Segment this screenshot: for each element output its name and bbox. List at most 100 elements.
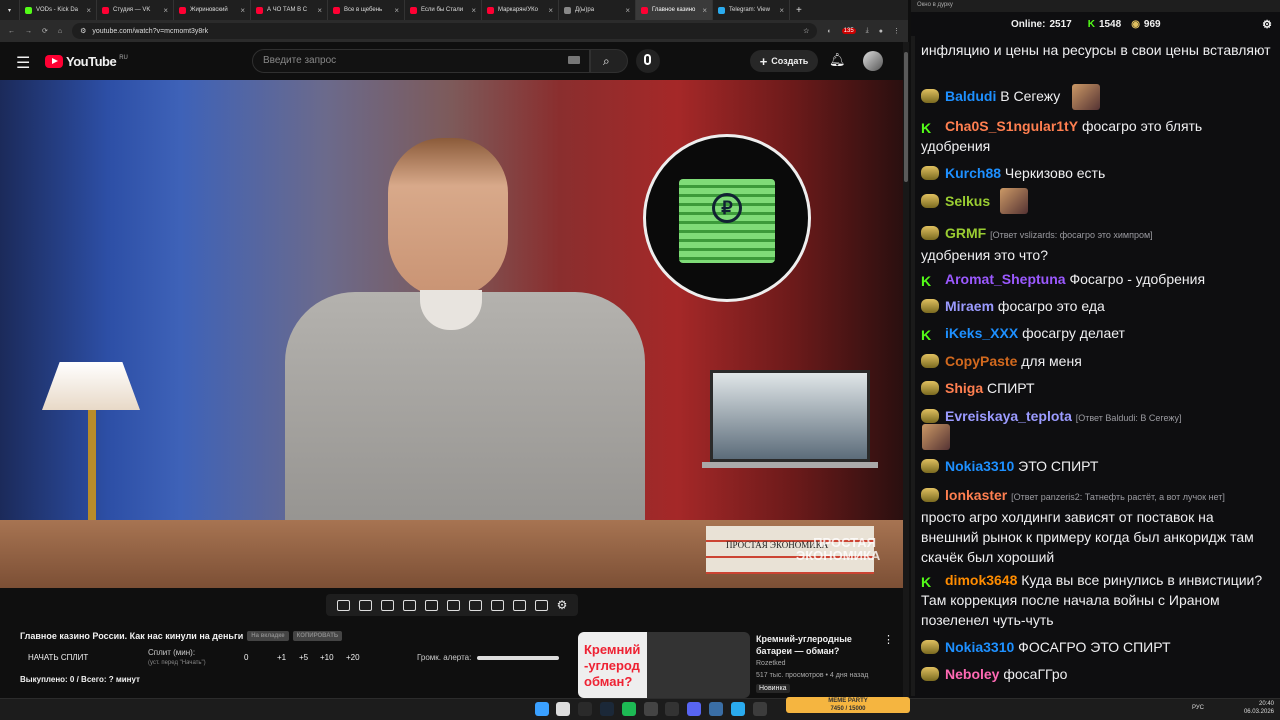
recommendation-channel[interactable]: Rozetked bbox=[756, 660, 786, 667]
start-menu-icon[interactable] bbox=[535, 702, 549, 716]
extension-icon[interactable]: ◐ bbox=[827, 28, 831, 35]
steam-icon[interactable] bbox=[600, 702, 614, 716]
add-1-button[interactable]: +1 bbox=[277, 653, 286, 662]
reload-icon[interactable]: ⟳ bbox=[42, 27, 48, 35]
chat-username[interactable]: lonkaster bbox=[945, 487, 1007, 503]
split-minutes-input[interactable]: 0 bbox=[244, 653, 248, 662]
app-icon[interactable] bbox=[753, 702, 767, 716]
pip-icon[interactable] bbox=[424, 599, 438, 611]
tab-search-button[interactable]: ▾ bbox=[0, 0, 20, 20]
chrome-icon[interactable] bbox=[556, 702, 570, 716]
site-info-icon[interactable]: ⚙ bbox=[80, 27, 86, 35]
chat-reply-reference[interactable]: [Ответ Baldudi: В Сегежу] bbox=[1076, 413, 1182, 423]
download-icon[interactable]: ⤓ bbox=[866, 27, 869, 35]
page-scrollbar[interactable] bbox=[903, 42, 909, 698]
chat-username[interactable]: iKeks_XXX bbox=[945, 325, 1018, 341]
close-tab-icon[interactable]: × bbox=[240, 6, 245, 15]
create-button[interactable]: + Создать bbox=[750, 50, 818, 72]
copy-button[interactable]: КОПИРОВАТЬ bbox=[292, 631, 343, 641]
chat-settings-icon[interactable]: ⚙ bbox=[1262, 18, 1272, 31]
more-options-icon[interactable]: ⋮ bbox=[883, 633, 894, 646]
loop-icon[interactable] bbox=[336, 599, 350, 611]
chat-username[interactable]: Baldudi bbox=[945, 88, 996, 104]
speed-icon[interactable] bbox=[468, 599, 482, 611]
menu-icon[interactable]: ⋮ bbox=[893, 27, 900, 35]
settings-gear-icon[interactable]: ⚙ bbox=[557, 598, 568, 612]
browser-tab[interactable]: Студия — VK × bbox=[97, 0, 174, 20]
chat-username[interactable]: Miraem bbox=[945, 298, 994, 314]
chat-username[interactable]: Evreiskaya_teplota bbox=[945, 408, 1072, 424]
video-player[interactable]: ₽ ПРОСТАЯ ЭКОНОМИКА ПРОСТАЯ ЭКОНОМИКА bbox=[0, 80, 903, 588]
recommendation-title[interactable]: Кремний-углеродные батареи — обман? bbox=[756, 633, 876, 657]
forward-icon[interactable]: → bbox=[25, 28, 32, 35]
close-tab-icon[interactable]: × bbox=[702, 6, 707, 15]
app-icon[interactable] bbox=[709, 702, 723, 716]
chat-username[interactable]: Neboley bbox=[945, 666, 999, 682]
search-button[interactable]: ⌕ bbox=[590, 49, 628, 73]
chat-username[interactable]: Nokia3310 bbox=[945, 639, 1014, 655]
browser-tab[interactable]: Если бы Стали × bbox=[405, 0, 482, 20]
chat-username[interactable]: CopyPaste bbox=[945, 353, 1017, 369]
subtitles-icon[interactable] bbox=[446, 599, 460, 611]
keyboard-icon[interactable] bbox=[568, 56, 580, 64]
chat-reply-reference[interactable]: [Ответ panzeris2: Татнефть растёт, а вот… bbox=[1011, 492, 1225, 502]
cinema-icon[interactable] bbox=[402, 599, 416, 611]
browser-tab[interactable]: VODs - Kick Da × bbox=[20, 0, 97, 20]
close-tab-icon[interactable]: × bbox=[394, 6, 399, 15]
chat-username[interactable]: Selkus bbox=[945, 193, 990, 209]
app-icon[interactable] bbox=[578, 702, 592, 716]
browser-tab[interactable]: Telegram: View × bbox=[713, 0, 790, 20]
add-5-button[interactable]: +5 bbox=[299, 653, 308, 662]
chat-reply-reference[interactable]: [Ответ vslizards: фосагро это химпром] bbox=[990, 230, 1153, 240]
close-tab-icon[interactable]: × bbox=[471, 6, 476, 15]
recommendation-thumbnail[interactable]: Кремний -углерод обман? bbox=[578, 632, 750, 698]
spotify-icon[interactable] bbox=[622, 702, 636, 716]
home-icon[interactable]: ⌂ bbox=[58, 28, 62, 35]
address-bar[interactable]: ⚙ youtube.com/watch?v=mcmomt3y8rk ☆ bbox=[72, 23, 818, 39]
chat-scrollbar[interactable] bbox=[911, 36, 915, 696]
flask-icon[interactable] bbox=[534, 599, 548, 611]
chat-username[interactable]: Kurch88 bbox=[945, 165, 1001, 181]
ambient-icon[interactable] bbox=[380, 599, 394, 611]
language-indicator[interactable]: РУС bbox=[1192, 705, 1204, 711]
app-icon[interactable] bbox=[665, 702, 679, 716]
chat-username[interactable]: Shiga bbox=[945, 380, 983, 396]
close-tab-icon[interactable]: × bbox=[625, 6, 630, 15]
avatar[interactable] bbox=[863, 51, 883, 71]
voice-search-button[interactable] bbox=[636, 49, 660, 73]
chat-username[interactable]: Nokia3310 bbox=[945, 458, 1014, 474]
obs-icon[interactable] bbox=[644, 702, 658, 716]
close-tab-icon[interactable]: × bbox=[779, 6, 784, 15]
hamburger-menu-icon[interactable]: ☰ bbox=[16, 53, 30, 73]
back-icon[interactable]: ← bbox=[8, 28, 15, 35]
browser-tab[interactable]: Маркарян/УКо × bbox=[482, 0, 559, 20]
notifications-bell-icon[interactable]: 🔔︎ bbox=[829, 52, 846, 68]
browser-tab[interactable]: Д(ы)ра × bbox=[559, 0, 636, 20]
clock[interactable]: 20:40 06.03.2026 bbox=[1228, 700, 1274, 716]
browser-tab[interactable]: Все в щебень × bbox=[328, 0, 405, 20]
meme-party-widget[interactable]: MEME PARTY 7450 / 15000 bbox=[786, 697, 910, 713]
chat-username[interactable]: Cha0S_S1ngular1tY bbox=[945, 118, 1078, 134]
chat-username[interactable]: GRMF bbox=[945, 225, 986, 241]
profile-icon[interactable]: ● bbox=[879, 28, 883, 35]
search-input[interactable]: Введите запрос bbox=[252, 49, 590, 73]
add-10-button[interactable]: +10 bbox=[320, 653, 334, 662]
bookmark-star-icon[interactable]: ☆ bbox=[803, 27, 809, 35]
close-tab-icon[interactable]: × bbox=[86, 6, 91, 15]
playlist-add-icon[interactable] bbox=[490, 599, 504, 611]
audio-icon[interactable] bbox=[358, 599, 372, 611]
scrollbar-thumb[interactable] bbox=[904, 52, 908, 182]
screenshot-icon[interactable] bbox=[512, 599, 526, 611]
add-20-button[interactable]: +20 bbox=[346, 653, 360, 662]
new-tab-icon[interactable]: + bbox=[796, 5, 802, 16]
extension-badge[interactable]: 135 bbox=[841, 28, 856, 34]
browser-tab[interactable]: Жириновский × bbox=[174, 0, 251, 20]
close-tab-icon[interactable]: × bbox=[163, 6, 168, 15]
start-split-button[interactable]: НАЧАТЬ СПЛИТ bbox=[28, 653, 88, 662]
discord-icon[interactable] bbox=[687, 702, 701, 716]
chat-username[interactable]: Aromat_Sheptuna bbox=[945, 271, 1066, 287]
browser-tab[interactable]: Главное казино × bbox=[636, 0, 713, 20]
close-tab-icon[interactable]: × bbox=[317, 6, 322, 15]
browser-tab[interactable]: А ЧО ТАМ В С × bbox=[251, 0, 328, 20]
open-tab-button[interactable]: На вкладке bbox=[247, 631, 289, 641]
